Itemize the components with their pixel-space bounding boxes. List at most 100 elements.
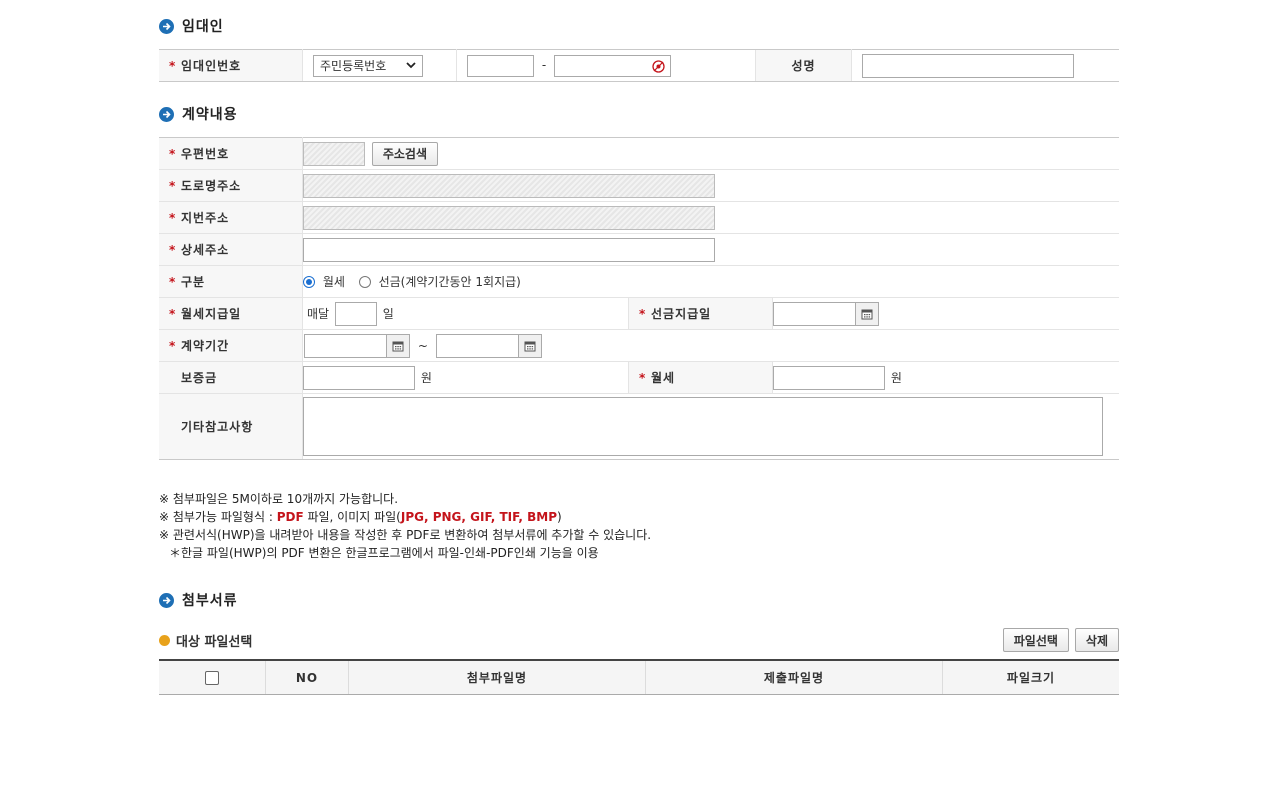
required-mark: * bbox=[169, 275, 177, 289]
required-mark: * bbox=[169, 307, 177, 321]
form-row-payment-dates: * 월세지급일 매달 일 * 선금지급일 bbox=[159, 297, 1119, 330]
period-start-input[interactable] bbox=[304, 333, 387, 358]
section-label: 임대인 bbox=[182, 19, 224, 35]
monthly-rent-input[interactable] bbox=[773, 365, 885, 390]
form-row-type: * 구분 월세 선금(계약기간동안 1회지급) bbox=[159, 265, 1119, 298]
prepaid-date-cell bbox=[772, 297, 1119, 330]
name-input[interactable] bbox=[862, 53, 1074, 78]
won-unit-label: 원 bbox=[890, 371, 902, 385]
field-label-lot-address: * 지번주소 bbox=[159, 201, 303, 234]
arrow-right-circle-icon bbox=[159, 592, 174, 608]
field-label-deposit: 보증금 bbox=[159, 361, 303, 394]
form-row-deposit-rent: 보증금 원 * 월세 원 bbox=[159, 361, 1119, 394]
radio-prepaid-label[interactable]: 선금(계약기간동안 1회지급) bbox=[379, 275, 521, 289]
column-header-attach-name: 첨부파일명 bbox=[348, 659, 646, 695]
id-number-front-input[interactable] bbox=[467, 54, 534, 77]
bullet-circle-icon bbox=[159, 635, 170, 646]
arrow-right-circle-icon bbox=[159, 106, 174, 122]
required-mark: * bbox=[169, 179, 177, 193]
field-label-monthly-payday: * 월세지급일 bbox=[159, 297, 303, 330]
radio-monthly-label[interactable]: 월세 bbox=[323, 275, 345, 289]
attachment-notes: ※ 첨부파일은 5M이하로 10개까지 가능합니다. ※ 첨부가능 파일형식 :… bbox=[159, 490, 651, 562]
field-label-name: 성명 bbox=[755, 49, 852, 82]
other-notes-textarea[interactable] bbox=[303, 397, 1103, 456]
field-label-text: 계약기간 bbox=[181, 339, 230, 353]
sub-title-file-select: 대상 파일선택 bbox=[159, 631, 252, 650]
field-label-postal: * 우편번호 bbox=[159, 137, 303, 170]
form-row-contract-period: * 계약기간 ~ bbox=[159, 329, 1119, 362]
radio-prepaid[interactable] bbox=[358, 275, 371, 288]
postal-code-input bbox=[303, 141, 365, 166]
note-text: 파일, 이미지 파일( bbox=[303, 510, 401, 524]
postal-cell: 주소검색 bbox=[302, 137, 1119, 170]
field-label-other-notes: 기타참고사항 bbox=[159, 393, 303, 460]
column-header-file-size: 파일크기 bbox=[942, 659, 1119, 695]
required-mark: * bbox=[169, 147, 177, 161]
id-type-cell: 주민등록번호 bbox=[302, 49, 457, 82]
type-cell: 월세 선금(계약기간동안 1회지급) bbox=[302, 265, 1119, 298]
day-unit-label: 일 bbox=[382, 307, 394, 321]
field-label-text: 월세 bbox=[651, 371, 676, 385]
required-mark: * bbox=[169, 243, 177, 257]
section-label: 계약내용 bbox=[182, 107, 238, 123]
attachment-table: NO 첨부파일명 제출파일명 파일크기 bbox=[159, 659, 1119, 695]
every-month-label: 매달 bbox=[307, 307, 330, 321]
form-row-road-address: * 도로명주소 bbox=[159, 169, 1119, 202]
field-label-text: 보증금 bbox=[181, 371, 218, 385]
select-all-checkbox[interactable] bbox=[205, 670, 219, 685]
delete-file-button[interactable]: 삭제 bbox=[1074, 628, 1119, 652]
column-header-submit-name: 제출파일명 bbox=[645, 659, 943, 695]
required-mark: * bbox=[169, 339, 177, 353]
column-header-no: NO bbox=[265, 659, 349, 695]
road-address-cell bbox=[302, 169, 1119, 202]
required-mark: * bbox=[169, 211, 177, 225]
field-label-text: 상세주소 bbox=[181, 243, 230, 257]
form-row-detail-address: * 상세주소 bbox=[159, 233, 1119, 266]
calendar-icon[interactable] bbox=[517, 333, 542, 358]
field-label-type: * 구분 bbox=[159, 265, 303, 298]
payday-input[interactable] bbox=[334, 301, 377, 326]
field-label-monthly-rent: * 월세 bbox=[628, 361, 773, 394]
period-separator: ~ bbox=[417, 338, 428, 353]
field-label-text: 기타참고사항 bbox=[181, 420, 254, 434]
note-line: ※ 첨부가능 파일형식 : PDF 파일, 이미지 파일(JPG, PNG, G… bbox=[159, 508, 651, 526]
note-line: ※ 관련서식(HWP)을 내려받아 내용을 작성한 후 PDF로 변환하여 첨부… bbox=[159, 528, 652, 542]
lot-address-cell bbox=[302, 201, 1119, 234]
id-number-cell: - bbox=[456, 49, 756, 82]
prepaid-date-input[interactable] bbox=[773, 301, 856, 326]
period-end-input[interactable] bbox=[435, 333, 519, 358]
monthly-rent-cell: 원 bbox=[772, 361, 1119, 394]
lessor-form-table: * 임대인번호 주민등록번호 - 성명 bbox=[159, 49, 1119, 82]
section-title-contract: 계약내용 bbox=[159, 104, 238, 124]
calendar-icon[interactable] bbox=[855, 301, 879, 326]
select-all-header bbox=[159, 659, 266, 695]
field-label-text: 구분 bbox=[181, 275, 206, 289]
radio-monthly[interactable] bbox=[303, 275, 315, 288]
field-label-text: 도로명주소 bbox=[181, 179, 242, 193]
contract-form-table: * 우편번호 주소검색 * 도로명주소 * 지번주소 * 상세주소 * 구분 월… bbox=[159, 137, 1119, 460]
field-label-detail-address: * 상세주소 bbox=[159, 233, 303, 266]
eye-hidden-icon[interactable] bbox=[652, 59, 665, 73]
required-mark: * bbox=[639, 307, 647, 321]
note-line: ＊한글 파일(HWP)의 PDF 변환은 한글프로그램에서 파일-인쇄-PDF인… bbox=[169, 546, 599, 560]
note-text: ※ 첨부가능 파일형식 : bbox=[159, 510, 277, 524]
address-search-button[interactable]: 주소검색 bbox=[371, 141, 438, 166]
required-mark: * bbox=[639, 371, 647, 385]
note-highlight: JPG, PNG, GIF, TIF, BMP bbox=[400, 510, 558, 524]
deposit-input[interactable] bbox=[303, 365, 415, 390]
other-notes-cell bbox=[302, 393, 1119, 460]
form-row-lot-address: * 지번주소 bbox=[159, 201, 1119, 234]
arrow-right-circle-icon bbox=[159, 18, 174, 34]
field-label-text: 선금지급일 bbox=[651, 307, 712, 321]
section-title-lessor: 임대인 bbox=[159, 16, 224, 36]
lot-address-input bbox=[303, 205, 715, 230]
field-label-text: 지번주소 bbox=[181, 211, 230, 225]
id-type-select[interactable]: 주민등록번호 bbox=[313, 54, 423, 77]
form-row-postal: * 우편번호 주소검색 bbox=[159, 137, 1119, 170]
select-file-button[interactable]: 파일선택 bbox=[1002, 628, 1069, 652]
detail-address-input[interactable] bbox=[303, 237, 715, 262]
id-type-selected-value: 주민등록번호 bbox=[320, 59, 387, 73]
attachment-table-header: NO 첨부파일명 제출파일명 파일크기 bbox=[159, 659, 1119, 695]
calendar-icon[interactable] bbox=[386, 333, 410, 358]
section-title-attachments: 첨부서류 bbox=[159, 590, 238, 610]
